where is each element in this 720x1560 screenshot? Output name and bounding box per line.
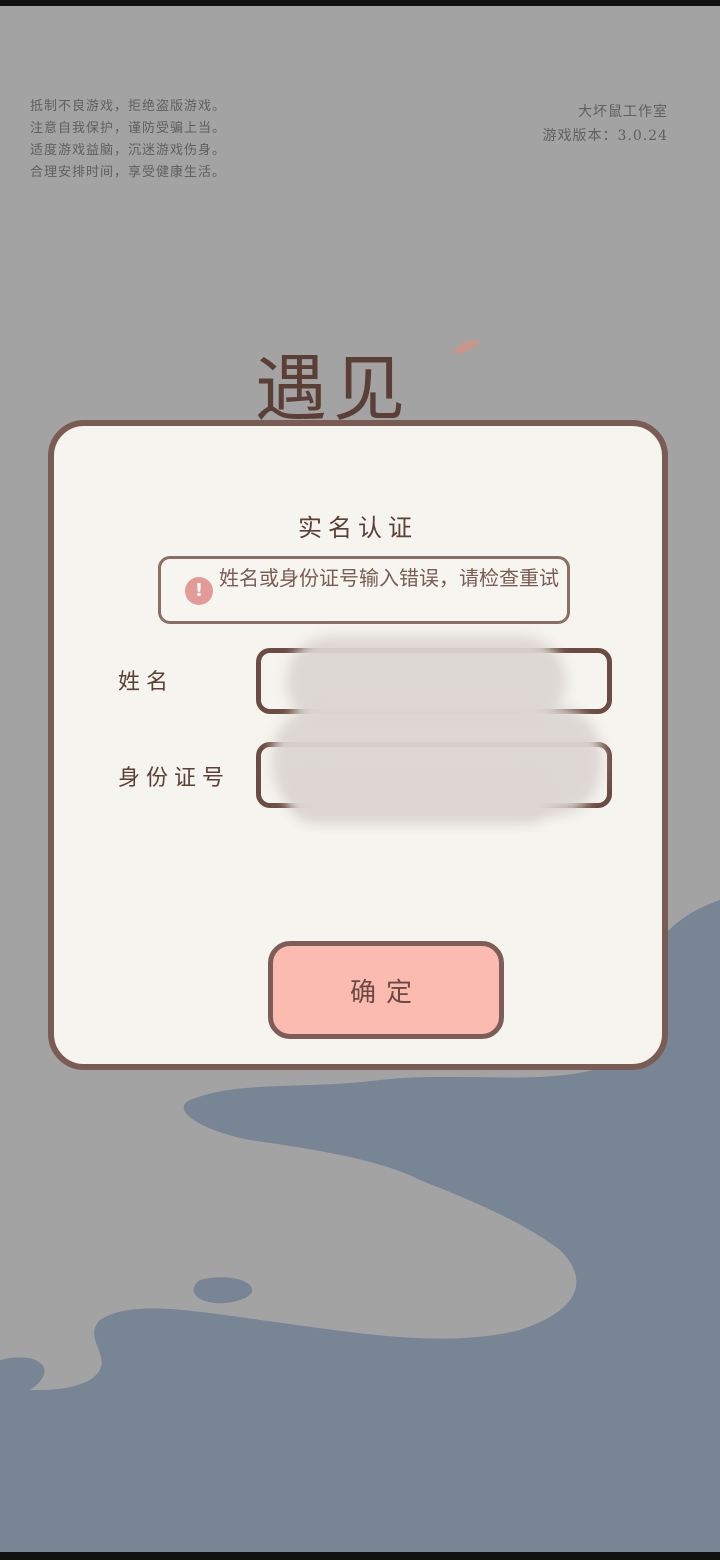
notice-line: 注意自我保护，谨防受骗上当。 <box>30 121 227 136</box>
petal-decoration <box>453 340 480 354</box>
notice-line: 抵制不良游戏，拒绝盗版游戏。 <box>30 99 227 114</box>
water-speck <box>193 1277 253 1304</box>
name-label: 姓名 <box>118 670 175 695</box>
health-notice: 抵制不良游戏，拒绝盗版游戏。 注意自我保护，谨防受骗上当。 适度游戏益脑，沉迷游… <box>30 96 280 184</box>
error-text: 姓名或身份证号输入错误，请检查重试 <box>219 566 559 590</box>
navigation-bar <box>0 1552 720 1560</box>
studio-name: 大坏鼠工作室 <box>578 104 668 120</box>
petal-icon <box>453 340 480 354</box>
id-number-label: 身份证号 <box>118 766 231 791</box>
studio-info: 大坏鼠工作室 游戏版本：3.0.24 <box>542 100 668 148</box>
alert-icon: ! <box>185 577 213 605</box>
notice-line: 合理安排时间，享受健康生活。 <box>30 165 227 180</box>
real-name-dialog: 实名认证 ! 姓名或身份证号输入错误，请检查重试 姓名 身份证号 确定 <box>48 420 668 1070</box>
privacy-blur <box>290 774 550 824</box>
confirm-button[interactable]: 确定 <box>268 941 504 1039</box>
notice-line: 适度游戏益脑，沉迷游戏伤身。 <box>30 143 227 158</box>
error-message-box: ! 姓名或身份证号输入错误，请检查重试 <box>158 556 570 624</box>
game-version: 游戏版本：3.0.24 <box>542 128 668 144</box>
dialog-title: 实名认证 <box>298 514 418 542</box>
game-logo: 遇见 <box>255 330 485 431</box>
